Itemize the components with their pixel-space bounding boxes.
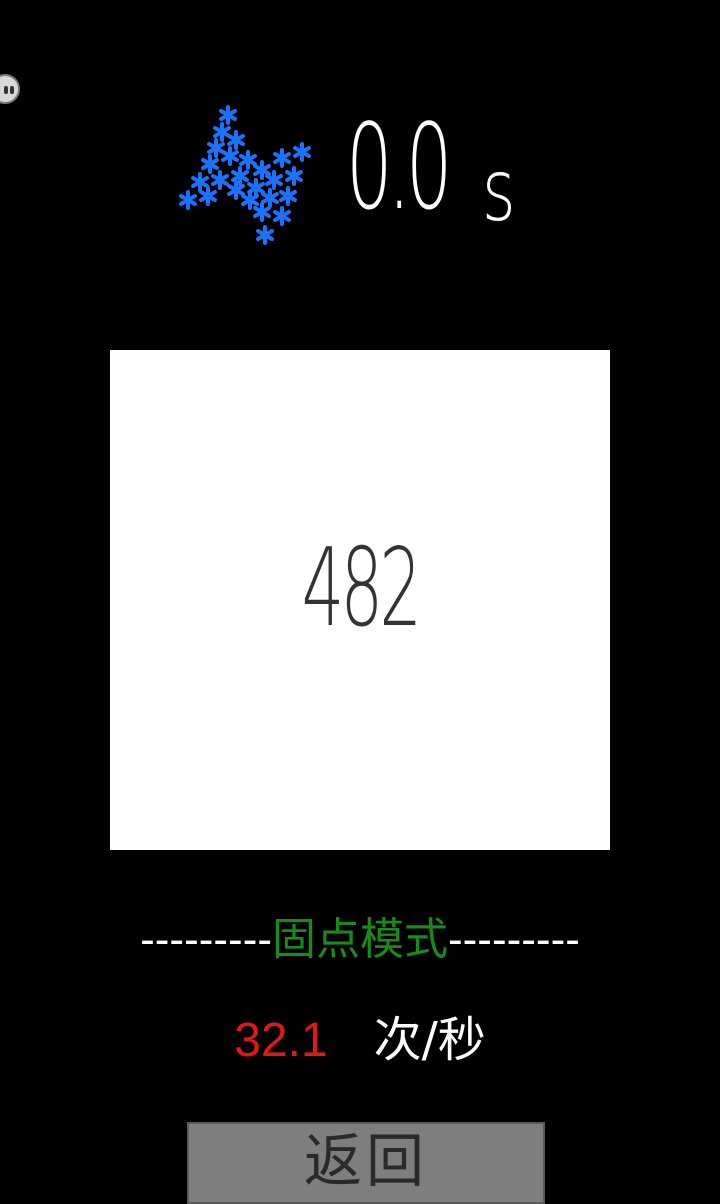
back-button[interactable]: 返回 <box>187 1122 545 1204</box>
elapsed-time-unit: s <box>482 141 516 241</box>
mode-divider-right: --------- <box>448 915 580 964</box>
mode-label: 固点模式 <box>272 914 448 965</box>
speed-value: 32.1 <box>234 1014 328 1067</box>
lightning-icon <box>179 105 311 245</box>
assistive-ball-icon[interactable] <box>0 74 20 104</box>
tap-area[interactable]: 482 <box>110 350 610 850</box>
timer-header: 0.0 s <box>170 100 550 260</box>
mode-indicator: ---------固点模式--------- <box>0 912 720 968</box>
tap-count: 482 <box>301 526 422 651</box>
mode-divider-left: --------- <box>140 915 272 964</box>
speed-unit: 次/秒 <box>373 1012 486 1068</box>
elapsed-time: 0.0 <box>346 98 452 236</box>
speed-readout: 32.1 次/秒 <box>0 1010 720 1071</box>
